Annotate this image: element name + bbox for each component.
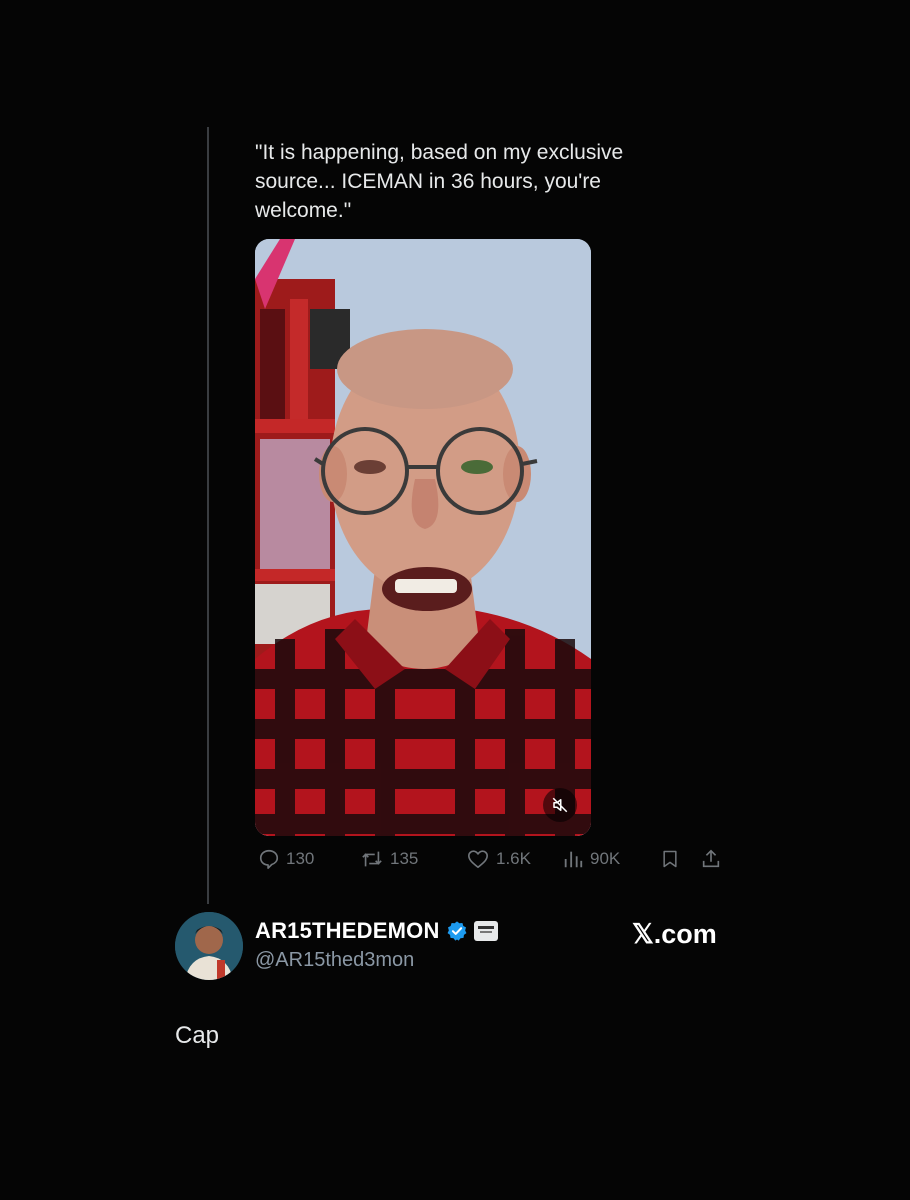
author-name-row: AR15THEDEMON	[255, 918, 498, 944]
heart-icon	[468, 850, 488, 869]
views-button[interactable]: 90K	[562, 848, 660, 870]
repost-button[interactable]: 135	[360, 848, 466, 870]
bookmark-icon	[663, 850, 677, 868]
author-handle[interactable]: @AR15thed3mon	[255, 949, 414, 972]
avatar[interactable]	[175, 912, 243, 980]
share-button[interactable]	[700, 848, 722, 870]
bookmark-button[interactable]	[660, 848, 700, 870]
like-count: 1.6K	[496, 849, 531, 868]
caption-text: Cap	[175, 1022, 220, 1049]
share-icon	[702, 849, 720, 868]
repost-count: 135	[390, 849, 419, 868]
x-watermark: 𝕏.com	[632, 919, 717, 949]
author-display-name[interactable]: AR15THEDEMON	[255, 918, 440, 944]
views-icon	[564, 851, 583, 868]
post-actions: 130 135 1.6K 90K	[258, 848, 722, 870]
views-count: 90K	[590, 849, 621, 868]
like-button[interactable]: 1.6K	[466, 848, 562, 870]
mute-button[interactable]	[543, 788, 577, 822]
post-text: "It is happening, based on my exclusive …	[255, 141, 624, 222]
verified-badge-icon	[447, 921, 466, 941]
mute-icon	[552, 797, 568, 813]
reply-icon	[259, 849, 279, 869]
video-player[interactable]	[255, 239, 591, 836]
reply-button[interactable]: 130	[258, 848, 360, 870]
avatar-image	[175, 912, 243, 980]
thread-connector-line	[207, 127, 209, 904]
reply-count: 130	[286, 849, 315, 868]
video-frame	[255, 239, 591, 836]
affiliate-badge-icon	[473, 921, 498, 941]
repost-icon	[362, 851, 382, 867]
